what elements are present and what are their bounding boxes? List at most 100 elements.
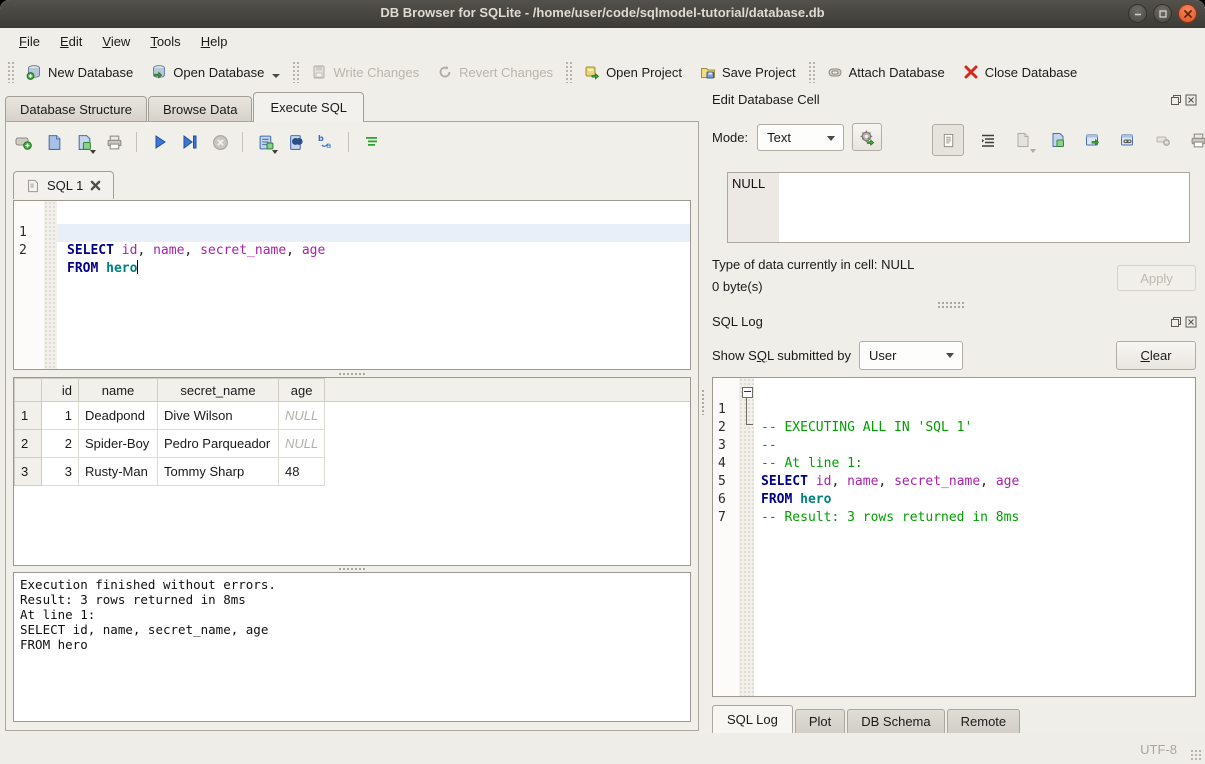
sql-log-view[interactable]: 1 -- EXECUTING ALL IN 'SQL 1' 2 -- 3 -- … bbox=[712, 377, 1196, 697]
tab-execute-sql[interactable]: Execute SQL bbox=[253, 92, 364, 122]
menu-view[interactable]: View bbox=[93, 31, 139, 52]
minimize-button[interactable] bbox=[1128, 4, 1147, 23]
toolbar-drag-handle[interactable] bbox=[7, 61, 14, 83]
code-token: , bbox=[184, 243, 200, 258]
vertical-splitter[interactable] bbox=[699, 121, 707, 731]
cell-secret-name[interactable]: Tommy Sharp bbox=[158, 458, 279, 486]
cell-name[interactable]: Rusty-Man bbox=[79, 458, 158, 486]
column-header-age[interactable]: age bbox=[279, 379, 325, 402]
execution-message-pane[interactable]: Execution finished without errors. Resul… bbox=[13, 572, 691, 722]
table-row[interactable]: 2 2 Spider-Boy Pedro Parqueador NULL bbox=[15, 430, 325, 458]
cell-name[interactable]: Spider-Boy bbox=[79, 430, 158, 458]
text-mode-button[interactable] bbox=[932, 124, 964, 156]
log-filter-value: User bbox=[869, 348, 896, 363]
tab-database-structure[interactable]: Database Structure bbox=[5, 96, 147, 122]
cell-age[interactable]: 48 bbox=[279, 458, 325, 486]
auto-apply-button[interactable] bbox=[852, 123, 882, 151]
save-sql-file-button[interactable] bbox=[74, 132, 94, 152]
mode-select[interactable]: Text bbox=[757, 124, 844, 151]
cell-id[interactable]: 2 bbox=[42, 430, 79, 458]
dock-tab-db-schema[interactable]: DB Schema bbox=[847, 709, 944, 734]
close-database-label: Close Database bbox=[985, 65, 1078, 80]
table-row[interactable]: 1 1 Deadpond Dive Wilson NULL bbox=[15, 402, 325, 430]
cell-age[interactable]: NULL bbox=[279, 430, 325, 458]
toolbar-separator bbox=[348, 132, 350, 152]
cell-name[interactable]: Deadpond bbox=[79, 402, 158, 430]
close-panel-icon[interactable] bbox=[1185, 94, 1197, 106]
cell-id[interactable]: 1 bbox=[42, 402, 79, 430]
menu-edit[interactable]: Edit bbox=[51, 31, 91, 52]
new-database-button[interactable]: New Database bbox=[17, 59, 142, 85]
row-header[interactable]: 3 bbox=[15, 458, 42, 486]
execute-all-button[interactable] bbox=[150, 132, 170, 152]
save-project-button[interactable]: Save Project bbox=[691, 59, 805, 85]
new-sql-tab-button[interactable] bbox=[14, 132, 34, 152]
close-database-button[interactable]: Close Database bbox=[954, 59, 1087, 85]
print-cell-button[interactable] bbox=[1187, 129, 1205, 151]
splitter-handle[interactable] bbox=[937, 301, 965, 308]
cell-id[interactable]: 3 bbox=[42, 458, 79, 486]
save-file-dropdown-caret[interactable] bbox=[90, 150, 96, 154]
menu-help[interactable]: Help bbox=[192, 31, 237, 52]
format-sql-button[interactable] bbox=[362, 132, 382, 152]
table-row[interactable]: 3 3 Rusty-Man Tommy Sharp 48 bbox=[15, 458, 325, 486]
right-pane: Edit Database Cell Mode: Text bbox=[707, 90, 1199, 733]
open-sql-file-button[interactable] bbox=[44, 132, 64, 152]
copy-link-button[interactable] bbox=[1117, 129, 1139, 151]
open-in-external-button[interactable] bbox=[1082, 129, 1104, 151]
results-grid[interactable]: id name secret_name age 1 1 Deadpond Div… bbox=[13, 377, 691, 566]
export-cell-button[interactable] bbox=[1047, 129, 1069, 151]
dock-tab-sql-log[interactable]: SQL Log bbox=[712, 705, 793, 734]
maximize-button[interactable] bbox=[1153, 4, 1172, 23]
float-panel-icon[interactable] bbox=[1170, 316, 1182, 328]
dock-tab-remote[interactable]: Remote bbox=[947, 709, 1021, 734]
splitter-handle[interactable] bbox=[6, 370, 698, 377]
open-file-icon bbox=[46, 134, 63, 151]
open-project-button[interactable]: Open Project bbox=[575, 59, 691, 85]
open-database-dropdown-caret[interactable] bbox=[272, 74, 280, 78]
clear-log-button[interactable]: Clear bbox=[1116, 341, 1196, 370]
cell-secret-name[interactable]: Pedro Parqueador bbox=[158, 430, 279, 458]
code-token: , bbox=[137, 243, 153, 258]
export-results-button[interactable] bbox=[256, 132, 276, 152]
execute-line-button[interactable] bbox=[180, 132, 200, 152]
dock-tab-plot[interactable]: Plot bbox=[795, 709, 845, 734]
column-header-secret-name[interactable]: secret_name bbox=[158, 379, 279, 402]
close-button[interactable] bbox=[1178, 4, 1197, 23]
code-line: SELECT id, name, secret_name, age bbox=[63, 242, 690, 260]
log-line: 2 -- bbox=[713, 401, 1195, 419]
row-header[interactable]: 2 bbox=[15, 430, 42, 458]
menu-tools[interactable]: Tools bbox=[141, 31, 189, 52]
column-header-name[interactable]: name bbox=[79, 379, 158, 402]
minimize-icon bbox=[1133, 9, 1143, 19]
cell-secret-name[interactable]: Dive Wilson bbox=[158, 402, 279, 430]
tab-browse-data[interactable]: Browse Data bbox=[148, 96, 252, 122]
sql-1-tab[interactable]: SQL 1 bbox=[13, 171, 114, 199]
title-bar[interactable]: DB Browser for SQLite - /home/user/code/… bbox=[0, 0, 1205, 29]
find-button[interactable] bbox=[286, 132, 306, 152]
cell-value-editor[interactable]: NULL bbox=[727, 172, 1190, 243]
results-header-row: id name secret_name age bbox=[15, 379, 325, 402]
print-button[interactable] bbox=[104, 132, 124, 152]
column-header-id[interactable]: id bbox=[42, 379, 79, 402]
splitter-handle[interactable] bbox=[6, 565, 698, 572]
close-tab-icon[interactable] bbox=[90, 180, 101, 191]
close-panel-icon[interactable] bbox=[1185, 316, 1197, 328]
status-bar: UTF-8 bbox=[0, 733, 1205, 764]
log-filter-select[interactable]: User bbox=[859, 341, 963, 370]
open-database-button[interactable]: Open Database bbox=[142, 59, 289, 85]
editor-line: 1 SELECT id, name, secret_name, age bbox=[14, 206, 690, 224]
attach-database-button[interactable]: Attach Database bbox=[818, 59, 954, 85]
sql-editor[interactable]: 1 SELECT id, name, secret_name, age 2 FR… bbox=[13, 200, 691, 370]
menu-file[interactable]: File bbox=[10, 31, 49, 52]
cell-age[interactable]: NULL bbox=[279, 402, 325, 430]
resize-grip[interactable] bbox=[1190, 749, 1202, 761]
fold-marker-icon[interactable] bbox=[742, 387, 753, 398]
row-header[interactable]: 1 bbox=[15, 402, 42, 430]
log-line: 7 bbox=[713, 491, 1195, 509]
float-panel-icon[interactable] bbox=[1170, 94, 1182, 106]
word-wrap-button[interactable] bbox=[977, 129, 999, 151]
replace-button[interactable]: b a bbox=[316, 132, 336, 152]
export-dropdown-caret[interactable] bbox=[272, 150, 278, 154]
cell-editor-toolbar bbox=[932, 124, 1205, 156]
